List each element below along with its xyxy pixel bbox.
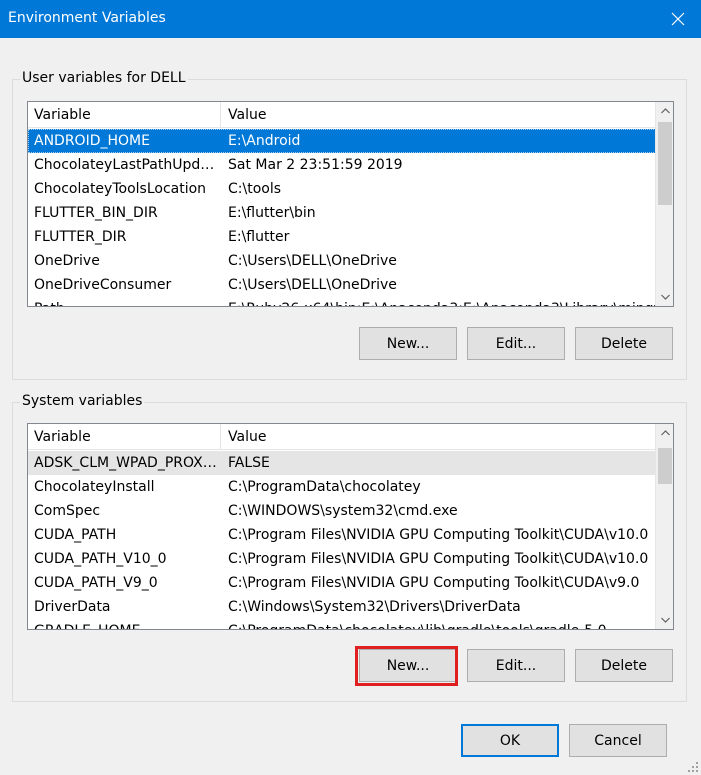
- variable-cell: CUDA_PATH_V9_0: [34, 575, 158, 591]
- table-row[interactable]: ANDROID_HOME E:\Android: [28, 129, 656, 153]
- column-header-variable[interactable]: Variable: [28, 424, 221, 450]
- value-cell: C:\Program Files\NVIDIA GPU Computing To…: [228, 551, 649, 567]
- value-cell: E:\Android: [228, 133, 301, 149]
- table-row[interactable]: DriverData C:\Windows\System32\Drivers\Dr…: [28, 595, 656, 619]
- user-variables-label: User variables for DELL: [20, 70, 188, 86]
- user-delete-button[interactable]: Delete: [575, 327, 673, 360]
- table-row[interactable]: OneDrive C:\Users\DELL\OneDrive: [28, 249, 656, 273]
- variable-cell: OneDrive: [34, 253, 100, 269]
- variable-cell: GRADLE_HOME: [34, 619, 219, 629]
- variable-cell: OneDriveConsumer: [34, 277, 172, 293]
- window-title: Environment Variables: [8, 10, 166, 26]
- variable-cell: ComSpec: [34, 503, 101, 519]
- resize-grip-icon[interactable]: [687, 761, 699, 773]
- user-new-button[interactable]: New...: [359, 327, 457, 360]
- variable-cell: CUDA_PATH: [34, 527, 117, 543]
- variable-cell: ChocolateyToolsLocation: [34, 181, 207, 197]
- scroll-up-button[interactable]: [656, 102, 673, 120]
- variable-cell: ChocolateyInstall: [34, 479, 155, 495]
- system-edit-button[interactable]: Edit...: [467, 649, 565, 682]
- cancel-button[interactable]: Cancel: [569, 724, 667, 757]
- value-cell: C:\Users\DELL\OneDrive: [228, 277, 397, 293]
- list-header: Variable Value: [28, 102, 656, 128]
- value-cell: C:\Users\DELL\OneDrive: [228, 253, 397, 269]
- table-row[interactable]: CUDA_PATH_V9_0 C:\Program Files\NVIDIA GP…: [28, 571, 656, 595]
- variable-cell: ADSK_CLM_WPAD_PROXY_CHECK: [34, 455, 219, 471]
- table-row[interactable]: OneDriveConsumer C:\Users\DELL\OneDrive: [28, 273, 656, 297]
- list-header: Variable Value: [28, 424, 656, 450]
- user-edit-button[interactable]: Edit...: [467, 327, 565, 360]
- value-cell: C:\Program Files\NVIDIA GPU Computing To…: [228, 575, 640, 591]
- system-new-button[interactable]: New...: [359, 649, 457, 682]
- system-variables-label: System variables: [20, 393, 145, 409]
- variable-cell: FLUTTER_DIR: [34, 229, 127, 245]
- value-cell: C:\WINDOWS\system32\cmd.exe: [228, 503, 458, 519]
- vertical-scrollbar[interactable]: [655, 424, 673, 629]
- value-cell: Sat Mar 2 23:51:59 2019: [228, 157, 403, 173]
- scroll-thumb[interactable]: [658, 122, 672, 205]
- variable-cell: DriverData: [34, 599, 111, 615]
- system-delete-button[interactable]: Delete: [575, 649, 673, 682]
- value-cell: C:\Windows\System32\Drivers\DriverData: [228, 599, 521, 615]
- vertical-scrollbar[interactable]: [655, 102, 673, 306]
- table-row[interactable]: ComSpec C:\WINDOWS\system32\cmd.exe: [28, 499, 656, 523]
- close-button[interactable]: [655, 0, 701, 38]
- title-bar: Environment Variables: [0, 0, 701, 38]
- table-row[interactable]: ADSK_CLM_WPAD_PROXY_CHECK FALSE: [28, 451, 656, 475]
- chevron-up-icon: [660, 430, 670, 436]
- user-variables-list[interactable]: Variable Value ANDROID_HOME E:\Android Cho…: [27, 101, 674, 307]
- chevron-down-icon: [660, 294, 670, 300]
- close-icon: [671, 12, 685, 26]
- value-cell: C:\Program Files\NVIDIA GPU Computing To…: [228, 527, 649, 543]
- table-row[interactable]: ChocolateyInstall C:\ProgramData\chocolat…: [28, 475, 656, 499]
- variable-cell: ChocolateyLastPathUpdate: [34, 157, 219, 173]
- scroll-down-button[interactable]: [656, 288, 673, 306]
- table-row[interactable]: ChocolateyToolsLocation C:\tools: [28, 177, 656, 201]
- column-header-value[interactable]: Value: [222, 424, 656, 450]
- chevron-down-icon: [660, 617, 670, 623]
- chevron-up-icon: [660, 108, 670, 114]
- table-row[interactable]: FLUTTER_DIR E:\flutter: [28, 225, 656, 249]
- scroll-up-button[interactable]: [656, 424, 673, 442]
- variable-cell: ANDROID_HOME: [34, 133, 150, 149]
- value-cell: E:\Ruby26-x64\bin;E:\Anaconda3;E:\Anacon…: [228, 297, 656, 306]
- value-cell: E:\flutter: [228, 229, 290, 245]
- value-cell: C:\ProgramData\chocolatey\lib\gradle\too…: [228, 619, 656, 629]
- variable-cell: Path: [34, 297, 219, 306]
- scroll-thumb[interactable]: [658, 448, 672, 484]
- variable-cell: CUDA_PATH_V10_0: [34, 551, 167, 567]
- system-variables-list[interactable]: Variable Value ADSK_CLM_WPAD_PROXY_CHECK…: [27, 423, 674, 630]
- value-cell: E:\flutter\bin: [228, 205, 316, 221]
- value-cell: C:\tools: [228, 181, 282, 197]
- value-cell: FALSE: [228, 455, 270, 471]
- table-row[interactable]: CUDA_PATH C:\Program Files\NVIDIA GPU Com…: [28, 523, 656, 547]
- column-header-value[interactable]: Value: [222, 102, 656, 128]
- table-row[interactable]: GRADLE_HOME C:\ProgramData\chocolatey\lib…: [28, 619, 656, 629]
- table-row[interactable]: FLUTTER_BIN_DIR E:\flutter\bin: [28, 201, 656, 225]
- table-row[interactable]: CUDA_PATH_V10_0 C:\Program Files\NVIDIA G…: [28, 547, 656, 571]
- value-cell: C:\ProgramData\chocolatey: [228, 479, 421, 495]
- ok-button[interactable]: OK: [461, 724, 559, 757]
- table-row[interactable]: Path E:\Ruby26-x64\bin;E:\Anaconda3;E:\An…: [28, 297, 656, 306]
- column-header-variable[interactable]: Variable: [28, 102, 221, 128]
- scroll-down-button[interactable]: [656, 611, 673, 629]
- table-row[interactable]: ChocolateyLastPathUpdate Sat Mar 2 23:51:…: [28, 153, 656, 177]
- variable-cell: FLUTTER_BIN_DIR: [34, 205, 158, 221]
